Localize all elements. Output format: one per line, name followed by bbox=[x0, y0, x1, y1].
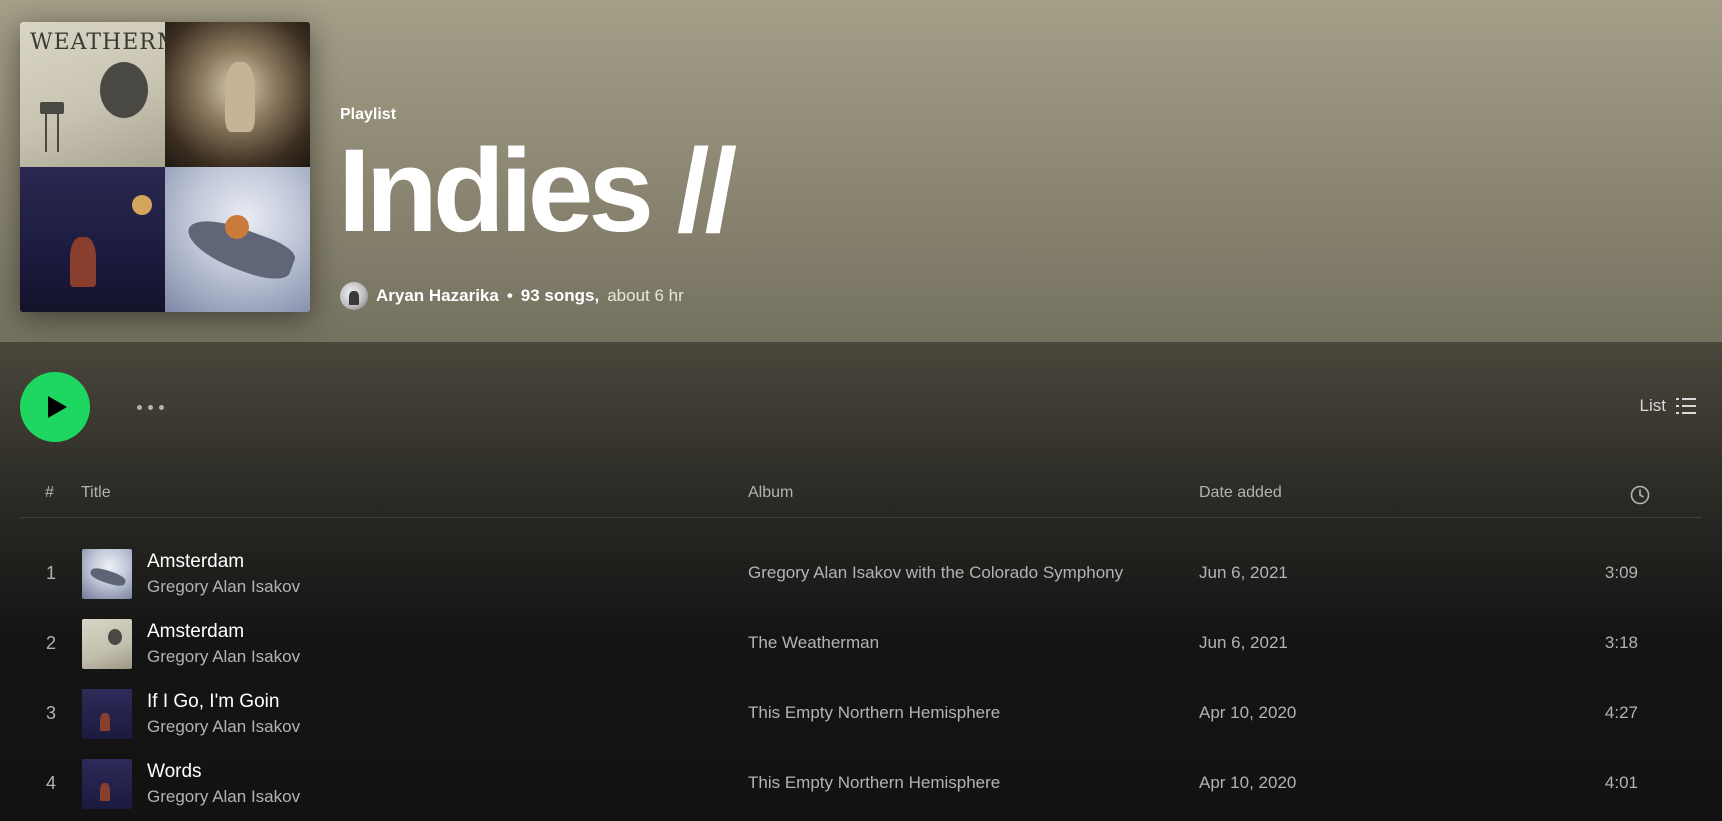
cover-tile-portrait bbox=[165, 22, 310, 167]
track-album-link[interactable]: This Empty Northern Hemisphere bbox=[748, 773, 1000, 793]
column-header-number[interactable]: # bbox=[45, 484, 54, 502]
meta-separator: • bbox=[506, 286, 513, 305]
track-title-link[interactable]: If I Go, I'm Goin bbox=[147, 691, 279, 713]
playlist-title: Indies // bbox=[338, 125, 737, 257]
track-number: 2 bbox=[45, 633, 56, 653]
track-artist-link[interactable]: Gregory Alan Isakov bbox=[147, 787, 300, 807]
track-album-thumbnail bbox=[82, 619, 132, 669]
column-header-album[interactable]: Album bbox=[748, 484, 793, 502]
track-artist-link[interactable]: Gregory Alan Isakov bbox=[147, 717, 300, 737]
cover-art-bird bbox=[225, 215, 249, 239]
track-album-link[interactable]: This Empty Northern Hemisphere bbox=[748, 703, 1000, 723]
column-header-date-added[interactable]: Date added bbox=[1199, 484, 1282, 502]
track-row[interactable]: 3 If I Go, I'm Goin Gregory Alan Isakov … bbox=[20, 681, 1702, 747]
track-album-thumbnail bbox=[82, 759, 132, 809]
playlist-duration: about 6 hr bbox=[607, 286, 684, 305]
track-date-added: Jun 6, 2021 bbox=[1199, 563, 1288, 582]
track-artist-link[interactable]: Gregory Alan Isakov bbox=[147, 647, 300, 667]
column-header-title[interactable]: Title bbox=[81, 484, 111, 502]
track-number: 4 bbox=[45, 773, 56, 793]
cover-tile-hand bbox=[165, 167, 310, 312]
playlist-type-label: Playlist bbox=[340, 106, 396, 124]
track-row[interactable]: 1 Amsterdam Gregory Alan Isakov Gregory … bbox=[20, 541, 1702, 607]
view-mode-label: List bbox=[1639, 396, 1666, 415]
cover-art-figure bbox=[70, 237, 96, 287]
track-row[interactable]: 2 Amsterdam Gregory Alan Isakov The Weat… bbox=[20, 611, 1702, 677]
owner-avatar[interactable] bbox=[340, 282, 368, 310]
more-options-button[interactable] bbox=[130, 394, 170, 420]
track-number: 3 bbox=[45, 703, 56, 723]
track-duration: 4:27 bbox=[1604, 703, 1638, 722]
track-title-link[interactable]: Words bbox=[147, 761, 202, 783]
track-album-link[interactable]: The Weatherman bbox=[748, 633, 879, 653]
track-duration: 3:09 bbox=[1604, 563, 1638, 582]
play-icon bbox=[48, 396, 67, 418]
type-label-text: Playlist bbox=[340, 106, 397, 123]
view-mode-toggle[interactable]: List bbox=[1640, 396, 1696, 416]
track-date-added: Jun 6, 2021 bbox=[1199, 633, 1288, 652]
playlist-cover-mosaic: WEATHERMAN bbox=[20, 22, 310, 312]
cover-tile-weatherman: WEATHERMAN bbox=[20, 22, 165, 167]
more-horizontal-icon bbox=[158, 404, 164, 410]
cover-tile-night-sky bbox=[20, 167, 165, 312]
column-header-duration[interactable] bbox=[1630, 485, 1650, 510]
song-count: 93 songs, bbox=[520, 286, 600, 305]
track-album-link[interactable]: Gregory Alan Isakov with the Colorado Sy… bbox=[748, 563, 1123, 583]
cover-art-lettering: WEATHERMAN bbox=[30, 30, 165, 55]
track-duration: 4:01 bbox=[1604, 773, 1638, 792]
cover-art-tower bbox=[45, 107, 59, 152]
cover-art-balloon bbox=[100, 62, 148, 118]
track-album-thumbnail bbox=[82, 549, 132, 599]
track-row[interactable]: 4 Words Gregory Alan Isakov This Empty N… bbox=[20, 751, 1702, 817]
track-artist-link[interactable]: Gregory Alan Isakov bbox=[147, 577, 300, 597]
track-title-link[interactable]: Amsterdam bbox=[147, 621, 244, 643]
track-number: 1 bbox=[45, 563, 56, 583]
clock-icon bbox=[1630, 485, 1650, 505]
track-date-added: Apr 10, 2020 bbox=[1199, 703, 1297, 722]
track-table-header: # Title Album Date added bbox=[20, 480, 1702, 518]
more-horizontal-icon bbox=[136, 404, 142, 410]
track-album-thumbnail bbox=[82, 689, 132, 739]
track-duration: 3:18 bbox=[1604, 633, 1638, 652]
track-title-link[interactable]: Amsterdam bbox=[147, 551, 244, 573]
more-horizontal-icon bbox=[147, 404, 153, 410]
cover-art-moon bbox=[132, 195, 152, 215]
cover-art-figure bbox=[225, 62, 255, 132]
play-button[interactable] bbox=[20, 372, 90, 442]
playlist-owner-row: Aryan Hazarika • 93 songs, about 6 hr bbox=[340, 282, 684, 310]
list-icon bbox=[1676, 398, 1696, 414]
owner-name-link[interactable]: Aryan Hazarika bbox=[376, 286, 499, 306]
track-date-added: Apr 10, 2020 bbox=[1199, 773, 1297, 792]
